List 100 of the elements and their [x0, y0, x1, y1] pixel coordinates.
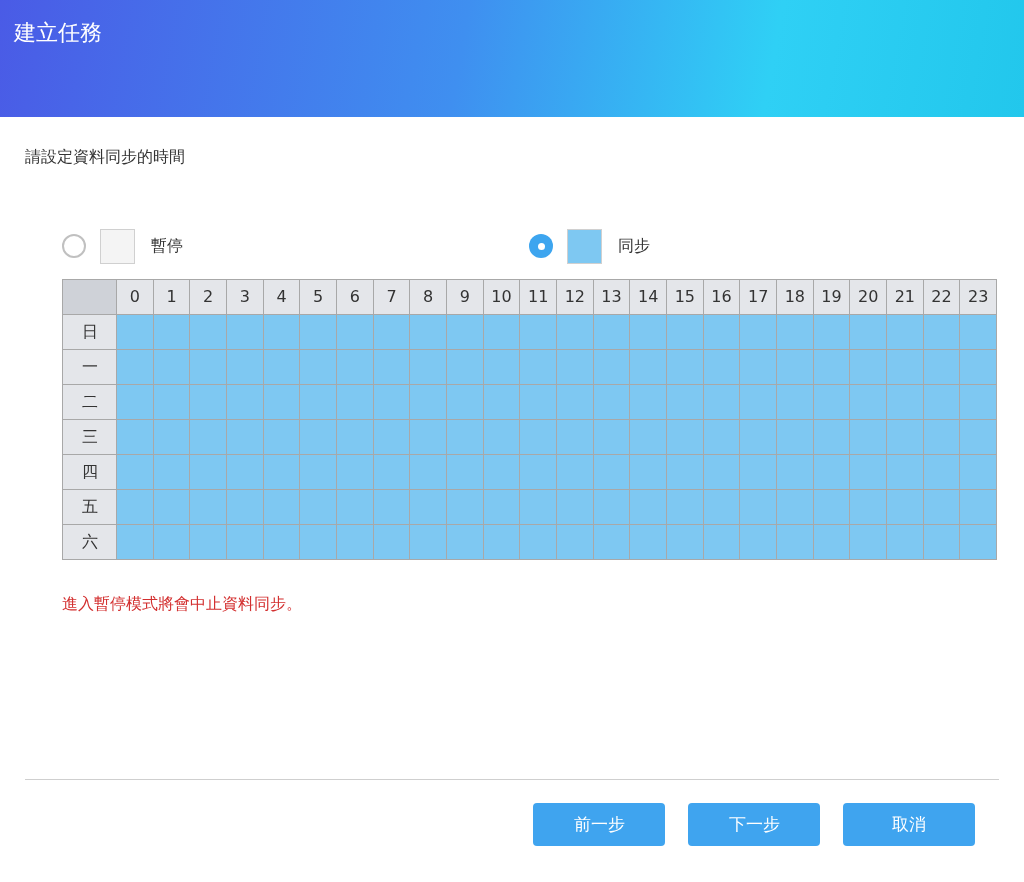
step-button[interactable]: 前一步: [533, 803, 665, 846]
schedule-cell[interactable]: [447, 385, 483, 419]
schedule-cell[interactable]: [410, 350, 446, 384]
schedule-cell[interactable]: [593, 490, 630, 524]
schedule-cell[interactable]: [263, 420, 300, 454]
schedule-cell[interactable]: [850, 385, 886, 419]
schedule-cell[interactable]: [117, 315, 153, 349]
schedule-cell[interactable]: [263, 315, 300, 349]
schedule-cell[interactable]: [740, 385, 776, 419]
schedule-cell[interactable]: [777, 350, 813, 384]
schedule-cell[interactable]: [190, 525, 226, 559]
schedule-cell[interactable]: [887, 455, 923, 489]
schedule-cell[interactable]: [337, 525, 373, 559]
schedule-cell[interactable]: [373, 385, 410, 419]
schedule-cell[interactable]: [483, 490, 520, 524]
schedule-cell[interactable]: [557, 350, 593, 384]
schedule-cell[interactable]: [190, 455, 226, 489]
schedule-cell[interactable]: [373, 315, 410, 349]
schedule-cell[interactable]: [227, 525, 263, 559]
schedule-cell[interactable]: [447, 350, 483, 384]
schedule-cell[interactable]: [117, 420, 153, 454]
schedule-cell[interactable]: [263, 490, 300, 524]
schedule-cell[interactable]: [483, 315, 520, 349]
schedule-cell[interactable]: [520, 455, 556, 489]
schedule-cell[interactable]: [960, 385, 996, 419]
schedule-cell[interactable]: [813, 315, 850, 349]
schedule-cell[interactable]: [850, 350, 886, 384]
schedule-cell[interactable]: [483, 525, 520, 559]
schedule-cell[interactable]: [337, 490, 373, 524]
schedule-cell[interactable]: [630, 420, 666, 454]
schedule-cell[interactable]: [593, 455, 630, 489]
schedule-cell[interactable]: [190, 420, 226, 454]
schedule-cell[interactable]: [483, 385, 520, 419]
schedule-cell[interactable]: [117, 525, 153, 559]
schedule-cell[interactable]: [813, 525, 850, 559]
schedule-cell[interactable]: [593, 420, 630, 454]
schedule-cell[interactable]: [703, 490, 740, 524]
schedule-cell[interactable]: [960, 455, 996, 489]
schedule-cell[interactable]: [520, 420, 556, 454]
schedule-cell[interactable]: [447, 315, 483, 349]
schedule-cell[interactable]: [667, 350, 703, 384]
schedule-cell[interactable]: [520, 315, 556, 349]
schedule-cell[interactable]: [887, 315, 923, 349]
schedule-cell[interactable]: [777, 420, 813, 454]
schedule-cell[interactable]: [153, 420, 190, 454]
step-button[interactable]: 下一步: [688, 803, 820, 846]
schedule-cell[interactable]: [923, 350, 960, 384]
schedule-cell[interactable]: [373, 455, 410, 489]
schedule-cell[interactable]: [777, 490, 813, 524]
schedule-cell[interactable]: [410, 420, 446, 454]
schedule-cell[interactable]: [740, 455, 776, 489]
schedule-cell[interactable]: [520, 385, 556, 419]
schedule-cell[interactable]: [557, 385, 593, 419]
schedule-cell[interactable]: [593, 525, 630, 559]
schedule-cell[interactable]: [960, 350, 996, 384]
schedule-cell[interactable]: [557, 315, 593, 349]
schedule-cell[interactable]: [117, 385, 153, 419]
schedule-cell[interactable]: [410, 525, 446, 559]
schedule-cell[interactable]: [703, 315, 740, 349]
schedule-cell[interactable]: [337, 455, 373, 489]
schedule-cell[interactable]: [703, 455, 740, 489]
schedule-cell[interactable]: [153, 525, 190, 559]
schedule-cell[interactable]: [887, 420, 923, 454]
schedule-cell[interactable]: [960, 525, 996, 559]
step-button[interactable]: 取消: [843, 803, 975, 846]
schedule-cell[interactable]: [483, 420, 520, 454]
schedule-cell[interactable]: [117, 490, 153, 524]
schedule-cell[interactable]: [593, 350, 630, 384]
schedule-cell[interactable]: [300, 525, 336, 559]
schedule-cell[interactable]: [740, 315, 776, 349]
schedule-cell[interactable]: [300, 350, 336, 384]
schedule-cell[interactable]: [740, 350, 776, 384]
schedule-cell[interactable]: [227, 315, 263, 349]
schedule-cell[interactable]: [923, 455, 960, 489]
schedule-cell[interactable]: [923, 385, 960, 419]
schedule-cell[interactable]: [887, 350, 923, 384]
schedule-cell[interactable]: [227, 490, 263, 524]
schedule-cell[interactable]: [740, 525, 776, 559]
schedule-cell[interactable]: [667, 490, 703, 524]
schedule-cell[interactable]: [410, 385, 446, 419]
schedule-cell[interactable]: [630, 525, 666, 559]
schedule-cell[interactable]: [813, 490, 850, 524]
schedule-cell[interactable]: [923, 525, 960, 559]
schedule-cell[interactable]: [630, 490, 666, 524]
schedule-cell[interactable]: [813, 385, 850, 419]
schedule-cell[interactable]: [300, 385, 336, 419]
schedule-cell[interactable]: [190, 315, 226, 349]
schedule-cell[interactable]: [153, 385, 190, 419]
schedule-cell[interactable]: [520, 525, 556, 559]
schedule-cell[interactable]: [850, 420, 886, 454]
schedule-cell[interactable]: [667, 385, 703, 419]
schedule-cell[interactable]: [300, 490, 336, 524]
schedule-cell[interactable]: [483, 455, 520, 489]
schedule-cell[interactable]: [667, 525, 703, 559]
schedule-cell[interactable]: [740, 490, 776, 524]
schedule-cell[interactable]: [923, 490, 960, 524]
schedule-cell[interactable]: [923, 315, 960, 349]
schedule-cell[interactable]: [373, 350, 410, 384]
schedule-cell[interactable]: [887, 490, 923, 524]
schedule-cell[interactable]: [960, 490, 996, 524]
